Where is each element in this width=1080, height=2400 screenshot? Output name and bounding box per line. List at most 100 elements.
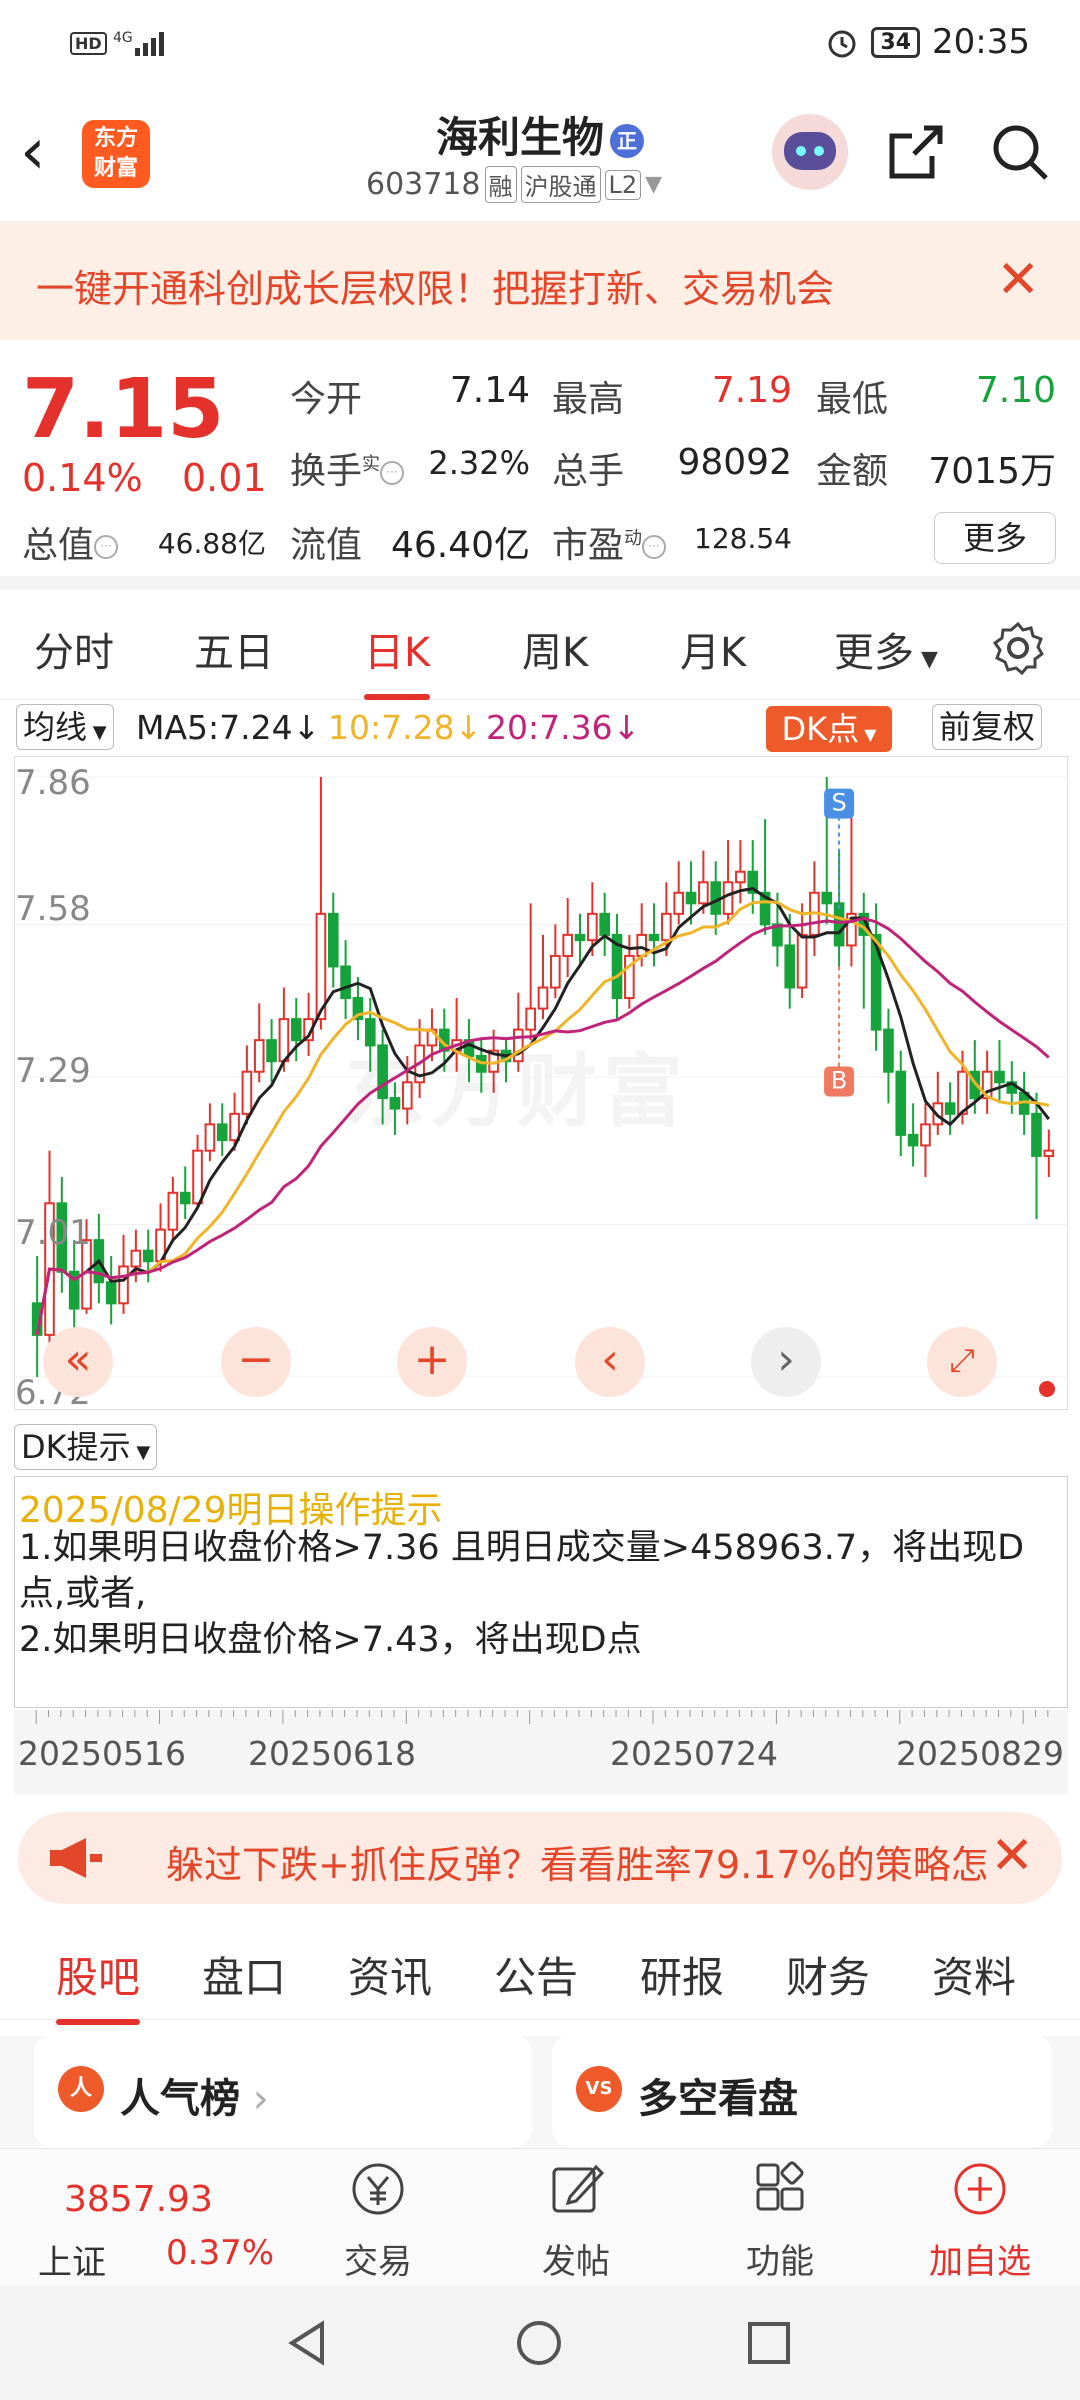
candle xyxy=(599,892,611,956)
signal-marker-b[interactable]: B xyxy=(824,966,855,1097)
candle xyxy=(796,903,808,999)
y-tick: 7.86 xyxy=(15,763,91,803)
back-triangle-icon[interactable] xyxy=(282,2318,332,2368)
kline-chart[interactable]: 东方财富 SB 7.86 7.58 7.29 7.01 6.72 « − + ‹… xyxy=(14,756,1069,1413)
tab-research[interactable]: 研报 xyxy=(640,1944,724,2005)
close-icon[interactable]: ✕ xyxy=(996,250,1040,310)
candle xyxy=(253,1003,265,1083)
mktcap-label: 总值 ··· xyxy=(22,516,119,568)
assistant-avatar-icon[interactable] xyxy=(772,114,848,190)
candle xyxy=(722,840,734,925)
candle xyxy=(352,977,364,1041)
tab-monthly-k[interactable]: 月K xyxy=(680,620,746,678)
chart-tabs: 分时 五日 日K 周K 月K 更多 ▼ xyxy=(0,590,1080,700)
candle xyxy=(907,1103,919,1167)
tab-order-book[interactable]: 盘口 xyxy=(202,1944,286,2005)
dk-rule-1: 1.如果明日收盘价格>7.36 且明日成交量>458963.7，将出现D点,或者… xyxy=(19,1528,1025,1614)
candle xyxy=(883,1008,894,1104)
popularity-card[interactable]: 人 人气榜 › xyxy=(34,2036,532,2146)
x-label: 20250724 xyxy=(610,1734,778,1773)
dk-rule-2: 2.如果明日收盘价格>7.43，将出现D点 xyxy=(19,1620,642,1660)
zoom-out-icon[interactable]: − xyxy=(221,1327,291,1397)
bull-bear-card[interactable]: VS 多空看盘 xyxy=(552,2036,1052,2146)
add-circle-icon xyxy=(954,2163,1006,2215)
grid-icon xyxy=(756,2161,804,2211)
tab-forum[interactable]: 股吧 xyxy=(56,1944,141,2025)
settings-gear-icon[interactable] xyxy=(990,620,1046,676)
tab-news[interactable]: 资讯 xyxy=(348,1944,432,2005)
quote-panel: 7.15 0.14% 0.01 今开 7.14 最高 7.19 最低 7.10 … xyxy=(0,340,1080,590)
candle xyxy=(315,777,327,1030)
candle xyxy=(451,998,462,1072)
signal-marker-s[interactable]: S xyxy=(824,788,855,909)
stock-header: ‹ 东方 财富 海利生物正 603718 融 沪股通 L2 ▼ xyxy=(0,92,1080,222)
strategy-promo[interactable]: 躲过下跌+抓住反弹？看看胜率79.17%的策略怎么做 ✕ xyxy=(18,1812,1062,1904)
tab-profile[interactable]: 资料 xyxy=(932,1944,1016,2005)
bottom-nav: 3857.93 上证 0.37% 交易 发帖 功能 加自选 xyxy=(0,2148,1080,2286)
candle xyxy=(525,903,536,1041)
float-label: 流值 xyxy=(290,525,363,566)
index-percent: 0.37% xyxy=(166,2233,275,2273)
dk-point-button[interactable]: DK点 ▼ xyxy=(766,706,892,752)
candle xyxy=(673,861,685,925)
index-value: 3857.93 xyxy=(64,2179,213,2220)
recents-square-icon[interactable] xyxy=(744,2318,794,2368)
candle xyxy=(1006,1061,1018,1114)
low-label: 最低 xyxy=(816,379,889,420)
tab-announcements[interactable]: 公告 xyxy=(494,1944,578,2005)
jump-start-icon[interactable]: « xyxy=(43,1327,113,1397)
tab-more[interactable]: 更多 ▼ xyxy=(834,620,938,678)
nav-add-watchlist[interactable]: 加自选 xyxy=(910,2159,1050,2283)
ma20-value: 20:7.36↓ xyxy=(486,708,641,747)
stock-code-row[interactable]: 603718 融 沪股通 L2 ▼ xyxy=(366,166,662,203)
dropdown-icon[interactable]: ▼ xyxy=(645,172,662,197)
tab-five-day[interactable]: 五日 xyxy=(194,620,274,678)
scroll-right-icon[interactable]: › xyxy=(751,1327,821,1397)
home-circle-icon[interactable] xyxy=(514,2318,564,2368)
promo-text: 躲过下跌+抓住反弹？看看胜率79.17%的策略怎么做 xyxy=(166,1843,986,1887)
candle xyxy=(846,798,857,967)
candle xyxy=(1043,1129,1055,1177)
adjust-select[interactable]: 前复权 xyxy=(932,704,1043,750)
signal-icon: 4G xyxy=(113,30,164,56)
nav-label: 发帖 xyxy=(542,2242,610,2282)
open-label: 今开 xyxy=(290,379,363,420)
nav-trade[interactable]: 交易 xyxy=(318,2159,438,2283)
candle xyxy=(858,892,870,1009)
turnover-value: 2.32% xyxy=(428,444,530,482)
search-icon[interactable] xyxy=(988,120,1052,184)
status-bar: HD 4G 34 20:35 xyxy=(0,0,1080,92)
network-indicator: HD 4G xyxy=(70,28,173,58)
share-icon[interactable] xyxy=(884,120,948,184)
nav-post[interactable]: 发帖 xyxy=(516,2159,636,2283)
stock-name: 海利生物 xyxy=(435,113,604,162)
last-price: 7.15 xyxy=(22,362,225,457)
tag-connect: 沪股通 xyxy=(520,166,601,203)
candle xyxy=(537,934,549,1020)
candle xyxy=(303,992,314,1056)
promo-banner[interactable]: 一键开通科创成长层权限！把握打新、交易机会 ✕ xyxy=(0,222,1080,340)
more-button[interactable]: 更多 xyxy=(934,512,1056,564)
scroll-left-icon[interactable]: ‹ xyxy=(575,1327,645,1397)
tab-financials[interactable]: 财务 xyxy=(786,1944,870,2005)
fullscreen-icon[interactable]: ⤢ xyxy=(927,1327,997,1397)
nav-label: 功能 xyxy=(746,2242,814,2282)
indicator-select[interactable]: 均线 ▼ xyxy=(16,704,114,750)
candle xyxy=(327,892,339,988)
candle xyxy=(68,1240,80,1335)
candle xyxy=(550,924,561,999)
megaphone-icon xyxy=(50,1838,102,1878)
tab-weekly-k[interactable]: 周K xyxy=(522,620,588,678)
low-value: 7.10 xyxy=(975,370,1056,411)
zoom-in-icon[interactable]: + xyxy=(397,1327,467,1397)
nav-functions[interactable]: 功能 xyxy=(720,2159,840,2283)
tab-intraday[interactable]: 分时 xyxy=(34,620,114,678)
dk-hint-select[interactable]: DK提示 ▼ xyxy=(14,1424,158,1470)
battery-indicator: 34 xyxy=(871,26,921,58)
y-tick: 7.58 xyxy=(15,889,91,929)
close-icon[interactable]: ✕ xyxy=(990,1826,1034,1886)
amount-label: 金额 xyxy=(816,451,889,492)
tab-daily-k[interactable]: 日K xyxy=(364,620,431,700)
yen-cycle-icon xyxy=(352,2163,404,2215)
index-ticker[interactable]: 3857.93 上证 0.37% xyxy=(0,2149,274,2287)
